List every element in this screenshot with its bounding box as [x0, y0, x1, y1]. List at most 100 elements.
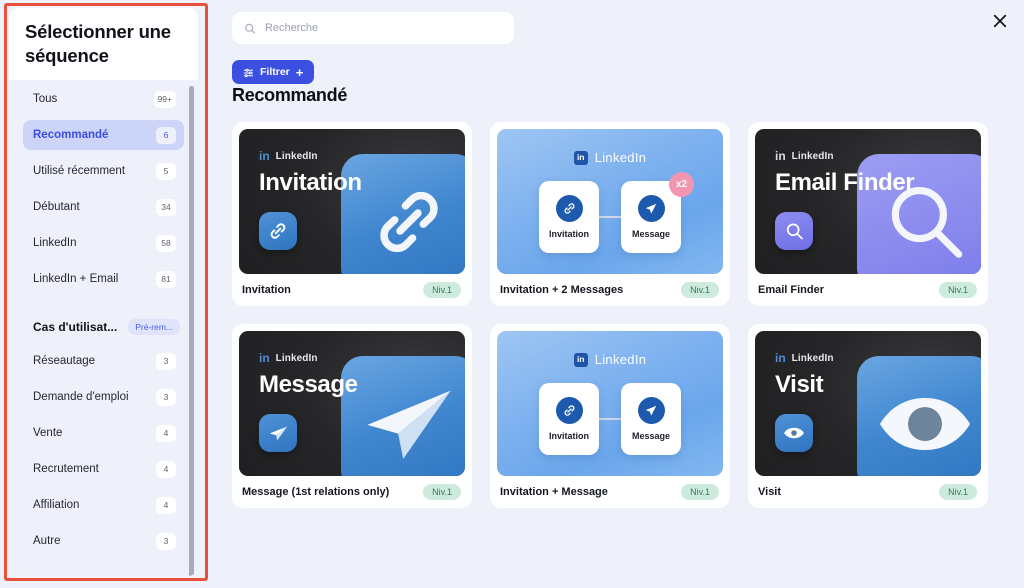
sidebar: Sélectionner une séquence Tous 99+ Recom… — [9, 8, 198, 576]
flow-connector — [599, 216, 621, 218]
search-box[interactable] — [232, 12, 514, 44]
sidebar-item-count: 5 — [156, 162, 176, 180]
sidebar-nav-list: Tous 99+ Recommandé 6 Utilisé récemment … — [23, 84, 184, 294]
link-icon — [380, 191, 438, 253]
sidebar-item-tous[interactable]: Tous 99+ — [23, 84, 184, 114]
sidebar-item-count: 4 — [156, 460, 176, 478]
linkedin-in-icon: in — [775, 351, 786, 365]
card-footer: Visit Niv.1 — [755, 476, 981, 508]
card-artwork: in LinkedIn Visit — [755, 331, 981, 476]
card-level-badge: Niv.1 — [939, 282, 977, 298]
card-mini-icon-tile — [775, 414, 813, 452]
sidebar-item-demande-demploi[interactable]: Demande d'emploi 3 — [23, 382, 184, 412]
card-artwork: in LinkedIn Email Finder — [755, 129, 981, 274]
flow-node-message: x2 Message — [621, 172, 694, 253]
page-title: Sélectionner une séquence — [25, 21, 171, 66]
sidebar-item-count: 4 — [156, 496, 176, 514]
card-title: Message (1st relations only) — [242, 486, 390, 498]
sidebar-item-debutant[interactable]: Débutant 34 — [23, 192, 184, 222]
card-footer: Invitation Niv.1 — [239, 274, 465, 306]
filter-button[interactable]: Filtrer + — [232, 60, 315, 84]
link-icon — [270, 223, 286, 239]
sidebar-item-label: Débutant — [33, 201, 80, 213]
card-footer: Invitation + 2 Messages Niv.1 — [497, 274, 723, 306]
sequence-flow: Invitation x2 Message — [497, 172, 723, 253]
linkedin-brand-label: LinkedIn — [275, 150, 318, 162]
magnifier-icon — [786, 222, 803, 239]
sidebar-item-label: LinkedIn + Email — [33, 273, 119, 285]
sidebar-item-count: 3 — [156, 532, 176, 550]
card-mini-icon-tile — [775, 212, 813, 250]
sidebar-item-count: 3 — [156, 352, 176, 370]
search-input[interactable] — [264, 22, 502, 34]
sidebar-item-count: 4 — [156, 424, 176, 442]
link-icon — [555, 397, 583, 424]
sidebar-item-label: LinkedIn — [33, 237, 77, 249]
multiplier-badge: x2 — [669, 172, 694, 197]
linkedin-brand-label: LinkedIn — [594, 352, 647, 367]
sidebar-item-label: Recrutement — [33, 463, 99, 475]
linkedin-in-icon: in — [775, 149, 786, 163]
card-art-title: Email Finder — [775, 169, 915, 196]
sidebar-item-label: Affiliation — [33, 499, 80, 511]
linkedin-brand: in LinkedIn — [775, 352, 834, 364]
flow-connector — [599, 418, 621, 420]
sequence-card-message[interactable]: in LinkedIn Message Message (1st relatio… — [232, 324, 472, 508]
card-art-title: Visit — [775, 371, 824, 398]
linkedin-brand: in LinkedIn — [497, 352, 723, 367]
linkedin-in-icon: in — [573, 150, 588, 165]
sidebar-item-count: 81 — [156, 270, 176, 288]
close-button[interactable] — [984, 5, 1016, 37]
sidebar-scroll-area[interactable]: Tous 99+ Recommandé 6 Utilisé récemment … — [9, 80, 198, 576]
card-artwork: in LinkedIn Invita — [497, 331, 723, 476]
linkedin-brand: in LinkedIn — [259, 150, 318, 162]
card-title: Invitation + 2 Messages — [500, 284, 624, 296]
send-icon — [637, 195, 665, 222]
card-title: Invitation + Message — [500, 486, 608, 498]
prefilled-badge: Pré-rem... — [128, 319, 180, 335]
card-level-badge: Niv.1 — [681, 484, 719, 500]
linkedin-brand-label: LinkedIn — [791, 352, 834, 364]
sequence-card-visit[interactable]: in LinkedIn Visit Visit Niv.1 — [748, 324, 988, 508]
card-footer: Message (1st relations only) Niv.1 — [239, 476, 465, 508]
sidebar-item-recrutement[interactable]: Recrutement 4 — [23, 454, 184, 484]
card-footer: Email Finder Niv.1 — [755, 274, 981, 306]
linkedin-brand: in LinkedIn — [259, 352, 318, 364]
linkedin-in-icon: in — [259, 351, 270, 365]
sequence-card-email-finder[interactable]: in LinkedIn Email Finder Email Finder Ni… — [748, 122, 988, 306]
send-icon — [637, 397, 665, 424]
card-level-badge: Niv.1 — [939, 484, 977, 500]
card-level-badge: Niv.1 — [423, 484, 461, 500]
flow-node-label: Invitation — [549, 229, 589, 239]
sidebar-scrollbar-thumb[interactable] — [189, 86, 194, 576]
paper-plane-icon — [367, 390, 451, 459]
sequence-card-invitation-2-messages[interactable]: in LinkedIn Invitation x2 Message Invita… — [490, 122, 730, 306]
linkedin-in-icon: in — [573, 352, 588, 367]
card-artwork: in LinkedIn Invitation — [239, 129, 465, 274]
plus-icon: + — [295, 64, 304, 80]
sidebar-item-label: Réseautage — [33, 355, 96, 367]
sequence-card-invitation[interactable]: in LinkedIn Invitation Invitation Niv.1 — [232, 122, 472, 306]
sidebar-item-label: Demande d'emploi — [33, 391, 129, 403]
filter-button-label: Filtrer — [260, 66, 290, 78]
main-panel: Filtrer + Recommandé in LinkedIn Invitat… — [216, 0, 1024, 588]
linkedin-brand: in LinkedIn — [775, 150, 834, 162]
sidebar-item-utilise-recemment[interactable]: Utilisé récemment 5 — [23, 156, 184, 186]
usecase-section-header: Cas d'utilisat... Pré-rem... — [23, 316, 184, 338]
sidebar-item-reseautage[interactable]: Réseautage 3 — [23, 346, 184, 376]
sidebar-item-linkedin[interactable]: LinkedIn 58 — [23, 228, 184, 258]
sidebar-item-vente[interactable]: Vente 4 — [23, 418, 184, 448]
sidebar-item-recommande[interactable]: Recommandé 6 — [23, 120, 184, 150]
card-level-badge: Niv.1 — [423, 282, 461, 298]
sidebar-item-autre[interactable]: Autre 3 — [23, 526, 184, 556]
linkedin-brand-label: LinkedIn — [275, 352, 318, 364]
sidebar-item-label: Tous — [33, 93, 58, 105]
sequence-card-invitation-message[interactable]: in LinkedIn Invitation Message Invitatio… — [490, 324, 730, 508]
usecase-section-title: Cas d'utilisat... — [33, 320, 118, 334]
sidebar-item-affiliation[interactable]: Affiliation 4 — [23, 490, 184, 520]
card-art-panel — [857, 356, 981, 476]
linkedin-brand: in LinkedIn — [497, 150, 723, 165]
card-art-panel — [341, 356, 465, 476]
sidebar-item-linkedin-email[interactable]: LinkedIn + Email 81 — [23, 264, 184, 294]
eye-icon — [784, 427, 804, 439]
